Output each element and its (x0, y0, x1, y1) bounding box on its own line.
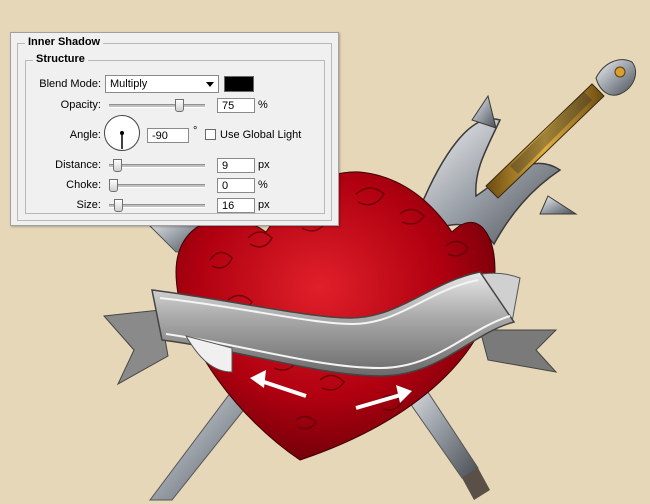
opacity-slider-thumb[interactable] (175, 99, 184, 112)
size-unit: px (258, 199, 270, 211)
angle-dial[interactable] (104, 115, 140, 151)
size-input[interactable]: 16 (217, 198, 255, 213)
distance-unit: px (258, 159, 270, 171)
distance-slider-thumb[interactable] (112, 159, 122, 172)
distance-input[interactable]: 9 (217, 158, 255, 173)
angle-dial-needle (120, 131, 124, 149)
choke-slider-track[interactable] (109, 184, 205, 188)
shadow-color-swatch[interactable] (224, 76, 254, 92)
size-label: Size: (76, 199, 101, 211)
choke-slider-thumb[interactable] (109, 179, 118, 192)
use-global-light-checkbox[interactable] (205, 129, 216, 140)
inner-shadow-panel: Inner Shadow Structure Blend Mode: Multi… (10, 32, 339, 226)
angle-unit: ° (193, 125, 198, 137)
use-global-light-label[interactable]: Use Global Light (220, 129, 301, 141)
angle-input[interactable]: -90 (147, 128, 189, 143)
size-slider-track[interactable] (109, 204, 205, 208)
choke-input[interactable]: 0 (217, 178, 255, 193)
blend-mode-label: Blend Mode: (39, 78, 101, 90)
opacity-unit: % (258, 99, 268, 111)
size-slider-thumb[interactable] (114, 199, 124, 212)
choke-label: Choke: (66, 179, 101, 191)
blend-mode-select[interactable]: Multiply (105, 75, 219, 93)
choke-unit: % (258, 179, 268, 191)
distance-slider-track[interactable] (109, 164, 205, 168)
opacity-label: Opacity: (60, 99, 101, 111)
opacity-slider-track[interactable] (109, 104, 205, 108)
chevron-down-icon (206, 82, 214, 87)
structure-title: Structure (33, 53, 88, 65)
opacity-input[interactable]: 75 (217, 98, 255, 113)
distance-label: Distance: (55, 159, 101, 171)
blend-mode-value: Multiply (110, 78, 148, 90)
angle-label: Angle: (69, 129, 101, 141)
inner-shadow-title: Inner Shadow (25, 36, 104, 48)
